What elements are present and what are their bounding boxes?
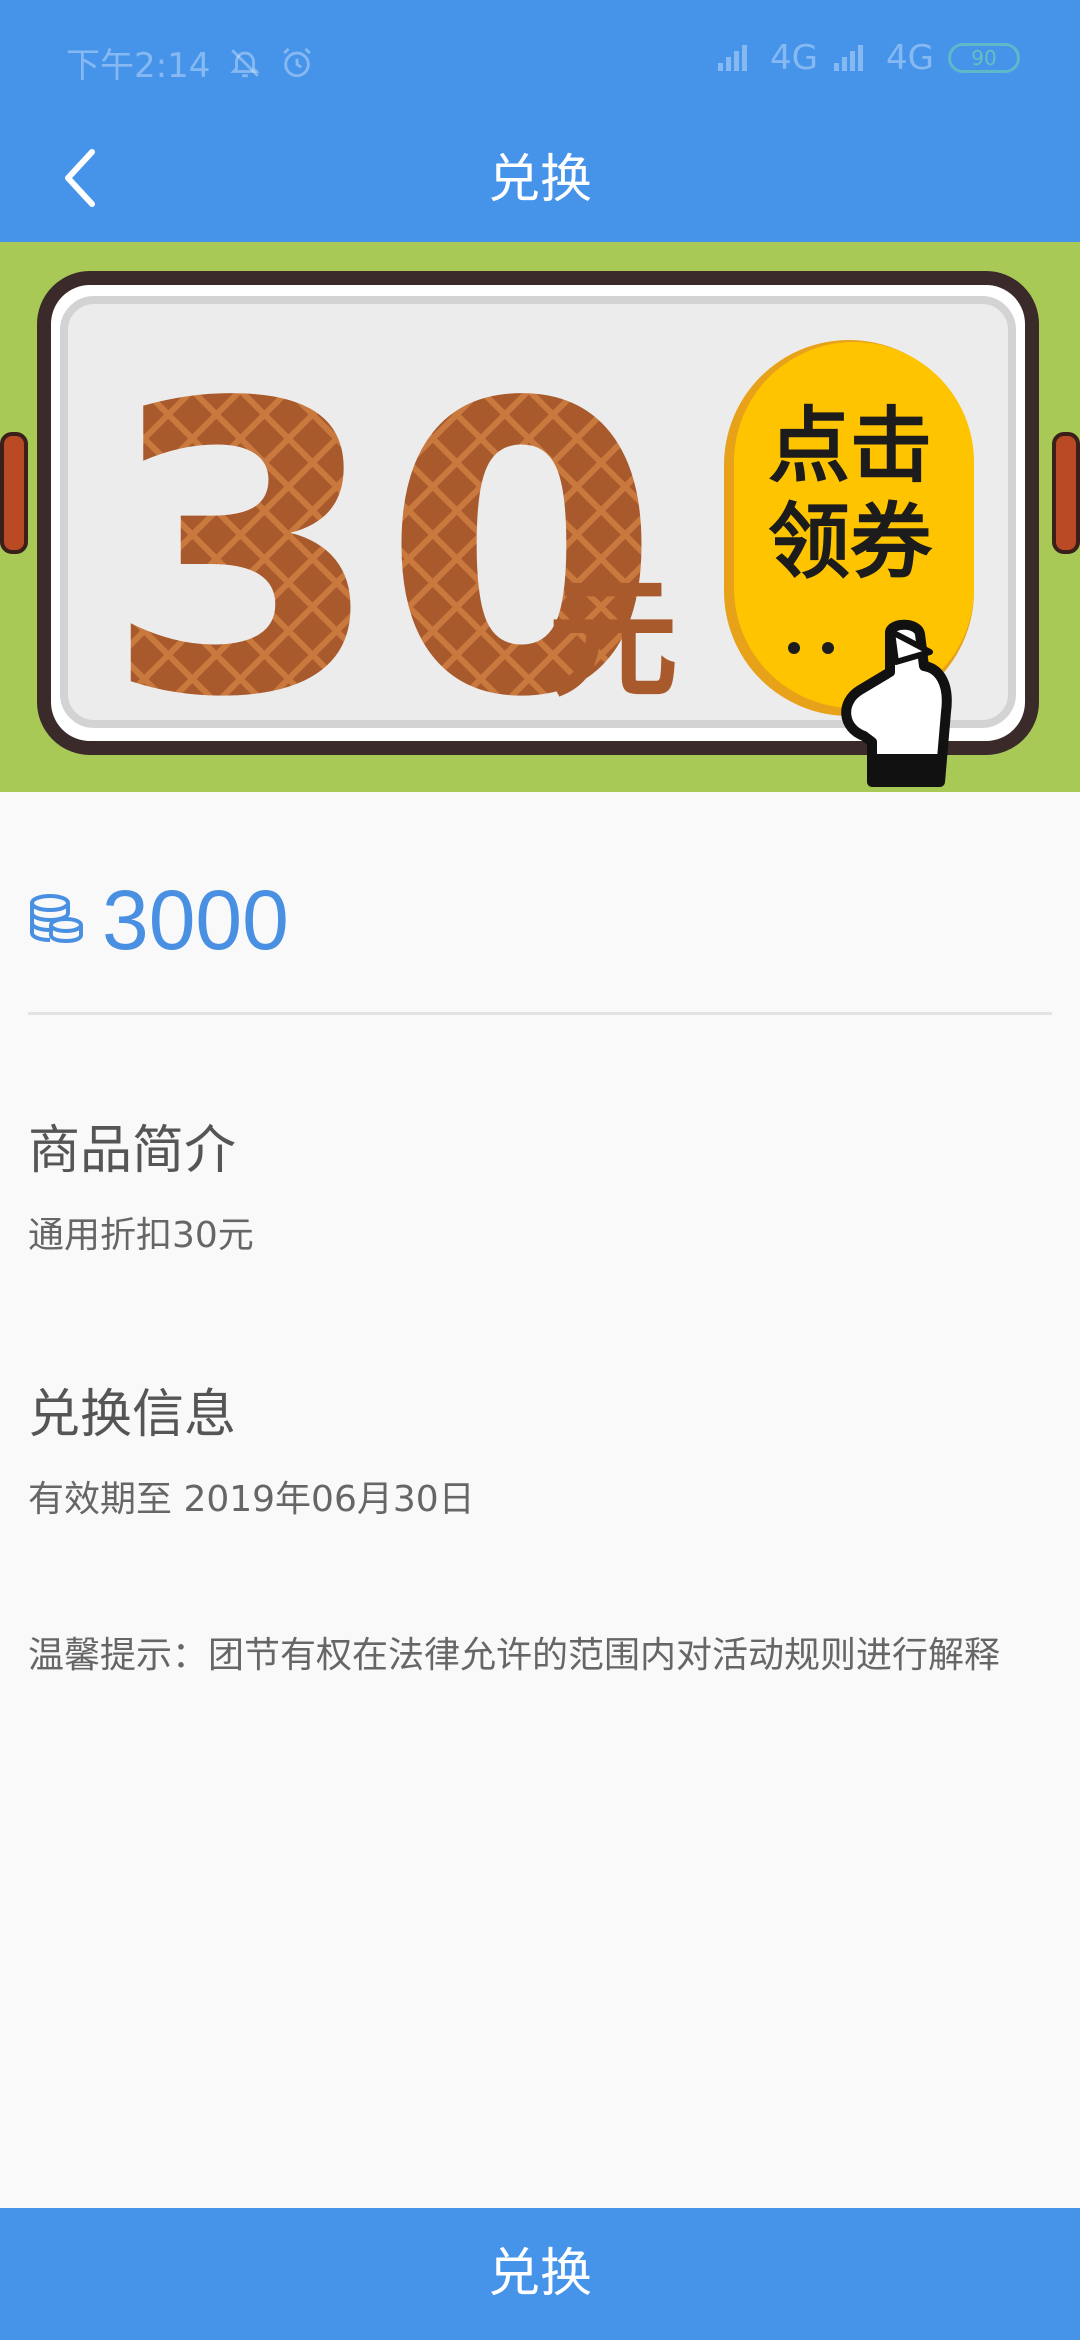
points-price: 3000 xyxy=(28,872,289,969)
battery-icon: 90 xyxy=(948,43,1020,73)
back-button[interactable] xyxy=(40,140,120,220)
signal-icon xyxy=(832,43,872,73)
coins-icon xyxy=(28,891,84,951)
status-bar: 下午2:14 4G 4G 90 xyxy=(0,0,1080,118)
banner-cta-line1: 点击 xyxy=(768,399,932,494)
validity-text: 有效期至 2019年06月30日 xyxy=(28,1479,475,1520)
coupon-banner[interactable]: 30 元 点击 领券 xyxy=(0,242,1080,792)
network-label-2: 4G xyxy=(886,38,934,78)
page-title: 兑换 xyxy=(487,150,592,210)
signal-icon xyxy=(716,43,756,73)
tip-text: 温馨提示：团节有权在法律允许的范围内对活动规则进行解释 xyxy=(28,1635,1001,1676)
points-value: 3000 xyxy=(102,873,289,967)
alarm-icon xyxy=(280,46,314,80)
app-bar: 兑换 xyxy=(0,118,1080,242)
coupon-banner-art: 30 元 点击 领券 xyxy=(0,271,1080,787)
banner-unit: 元 xyxy=(548,563,678,715)
status-time: 下午2:14 xyxy=(66,46,211,86)
divider xyxy=(28,1012,1052,1015)
product-intro-title: 商品简介 xyxy=(28,1121,237,1181)
exchange-info-title: 兑换信息 xyxy=(28,1385,237,1445)
banner-cta-line2: 领券 xyxy=(768,495,933,590)
product-description: 通用折扣30元 xyxy=(28,1215,254,1256)
chevron-left-icon xyxy=(58,146,102,214)
network-label-1: 4G xyxy=(770,38,819,78)
banner-amount: 30 xyxy=(104,320,661,785)
bell-off-icon xyxy=(228,46,262,80)
battery-level: 90 xyxy=(971,46,997,70)
exchange-button[interactable]: 兑换 xyxy=(0,2208,1080,2340)
